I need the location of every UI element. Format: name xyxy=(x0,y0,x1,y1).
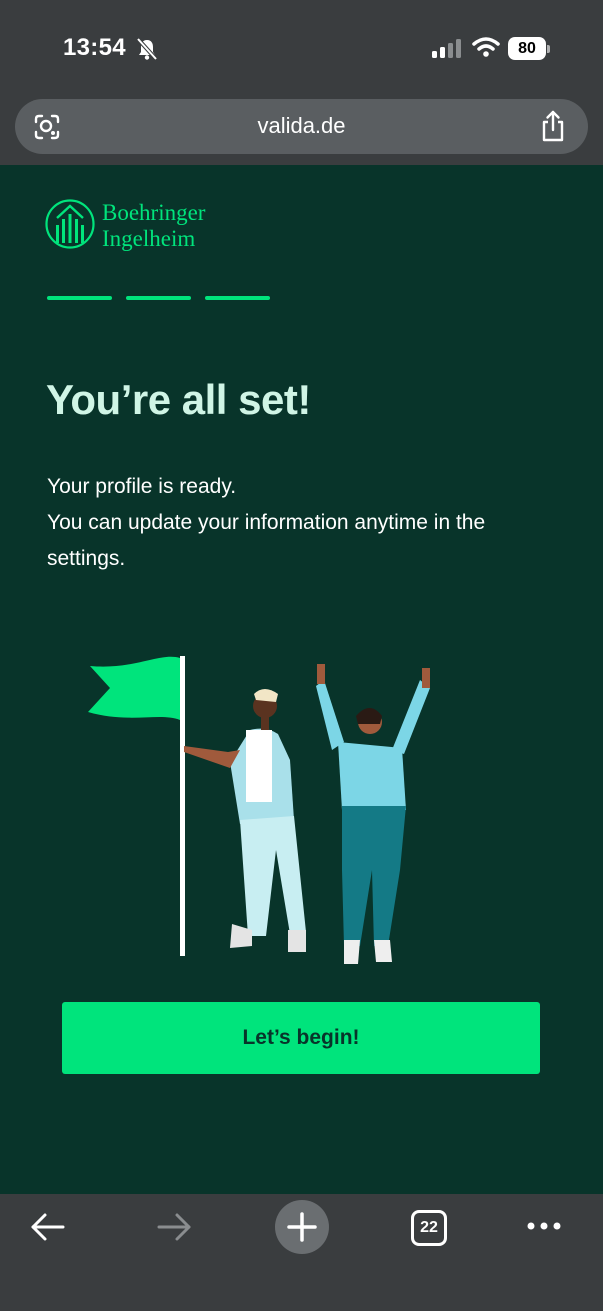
page-title: You’re all set! xyxy=(46,376,311,423)
lets-begin-button[interactable]: Let’s begin! xyxy=(62,1002,540,1074)
logo-line-1: Boehringer xyxy=(102,200,206,225)
battery-icon: 80 xyxy=(508,37,550,60)
woman-figure xyxy=(316,664,430,964)
logo-line-2: Ingelheim xyxy=(102,226,196,251)
celebration-illustration xyxy=(88,656,430,964)
battery-level: 80 xyxy=(508,37,546,60)
plus-icon xyxy=(287,1212,317,1242)
brand-logo: Boehringer Ingelheim xyxy=(45,198,255,252)
man-figure xyxy=(184,689,306,952)
onboarding-progress xyxy=(47,296,270,300)
url-text: valida.de xyxy=(257,113,346,138)
logo-mark-icon xyxy=(45,199,95,249)
signal-icon xyxy=(432,39,461,58)
share-icon[interactable] xyxy=(540,110,566,142)
forward-arrow-icon[interactable] xyxy=(156,1210,192,1244)
back-arrow-icon[interactable] xyxy=(30,1210,66,1244)
more-icon[interactable] xyxy=(526,1220,562,1232)
browser-top-chrome: 13:54 80 valida.de xyxy=(0,0,603,165)
bell-muted-icon xyxy=(136,37,158,61)
progress-step xyxy=(205,296,270,300)
progress-step xyxy=(126,296,191,300)
progress-step xyxy=(47,296,112,300)
logo-wordmark: Boehringer Ingelheim xyxy=(102,200,205,252)
address-bar[interactable]: valida.de xyxy=(15,99,588,154)
flag-icon xyxy=(88,656,180,720)
description-line-2: You can update your information anytime … xyxy=(47,511,486,570)
browser-toolbar: 22 xyxy=(0,1194,603,1311)
tabs-icon[interactable]: 22 xyxy=(411,1210,447,1246)
status-time: 13:54 xyxy=(63,34,126,61)
description-line-1: Your profile is ready. xyxy=(47,475,237,498)
wifi-icon xyxy=(472,37,500,57)
new-tab-button[interactable] xyxy=(275,1200,329,1254)
description: Your profile is ready. You can update yo… xyxy=(47,469,547,577)
